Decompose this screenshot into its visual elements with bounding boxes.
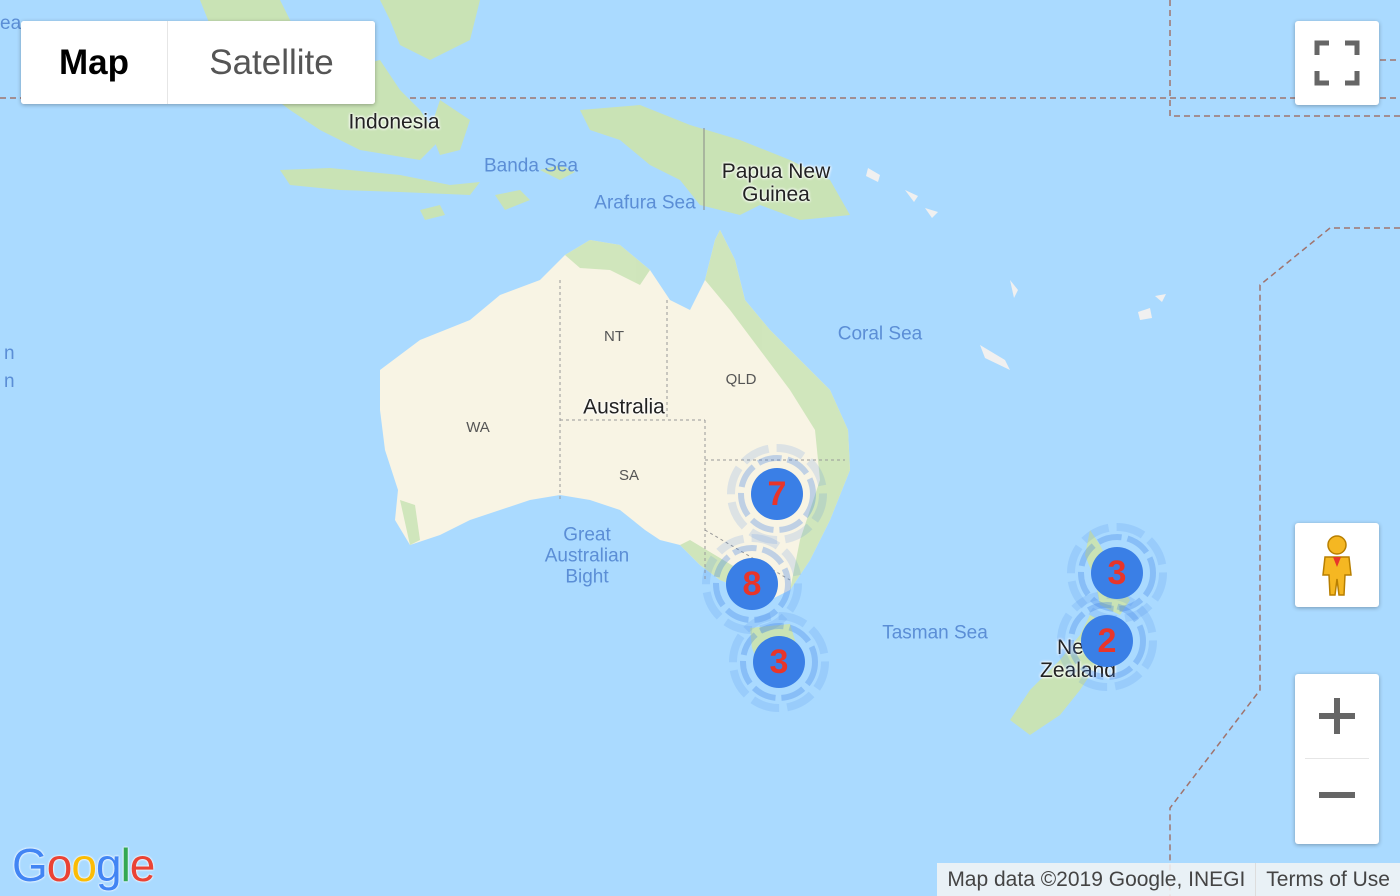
marker-cluster[interactable]: 7 [727, 444, 827, 544]
label-edge-1: n [4, 343, 15, 364]
label-wa: WA [466, 418, 490, 436]
cluster-count: 3 [769, 643, 789, 681]
map-type-map-button[interactable]: Map [21, 21, 167, 104]
terms-of-use-link[interactable]: Terms of Use [1255, 863, 1400, 896]
label-edge-2: n [4, 371, 15, 392]
fullscreen-button[interactable] [1295, 21, 1379, 105]
plus-icon [1319, 698, 1355, 734]
map-base-layer [0, 0, 1400, 896]
label-papua-new-guinea: Papua New Guinea [721, 159, 831, 206]
label-coral-sea: Coral Sea [837, 323, 923, 345]
marker-cluster[interactable]: 2 [1057, 591, 1157, 691]
zoom-divider [1305, 758, 1369, 759]
label-tasman-sea: Tasman Sea [882, 622, 988, 644]
pegman-icon [1322, 535, 1352, 596]
marker-cluster[interactable]: 3 [729, 612, 829, 712]
map-type-satellite-button[interactable]: Satellite [167, 21, 375, 104]
zoom-in-button[interactable] [1295, 674, 1379, 758]
street-view-pegman-button[interactable] [1295, 523, 1379, 607]
label-qld: QLD [725, 370, 757, 388]
label-nt: NT [604, 327, 624, 345]
attribution-text: Map data ©2019 Google, INEGI [947, 868, 1246, 891]
label-australia: Australia [583, 395, 665, 419]
zoom-control [1295, 674, 1379, 844]
map-attribution: Map data ©2019 Google, INEGI Terms of Us… [937, 863, 1400, 896]
cluster-count: 7 [767, 475, 787, 513]
label-great-australian-bight: Great Australian Bight [544, 524, 630, 588]
map-canvas[interactable]: ea n n Indonesia Banda Sea Arafura Sea P… [0, 0, 1400, 896]
label-sa: SA [618, 466, 640, 484]
zoom-out-button[interactable] [1295, 760, 1379, 844]
fullscreen-icon [1314, 40, 1360, 86]
map-type-control: Map Satellite [21, 21, 375, 104]
cluster-count: 2 [1097, 622, 1117, 660]
label-indonesia: Indonesia [348, 110, 440, 134]
minus-icon [1319, 792, 1355, 798]
label-banda-sea: Banda Sea [483, 155, 579, 177]
label-edge-sea: ea [0, 13, 22, 34]
google-logo[interactable]: Google [12, 838, 155, 892]
label-arafura-sea: Arafura Sea [594, 192, 696, 214]
